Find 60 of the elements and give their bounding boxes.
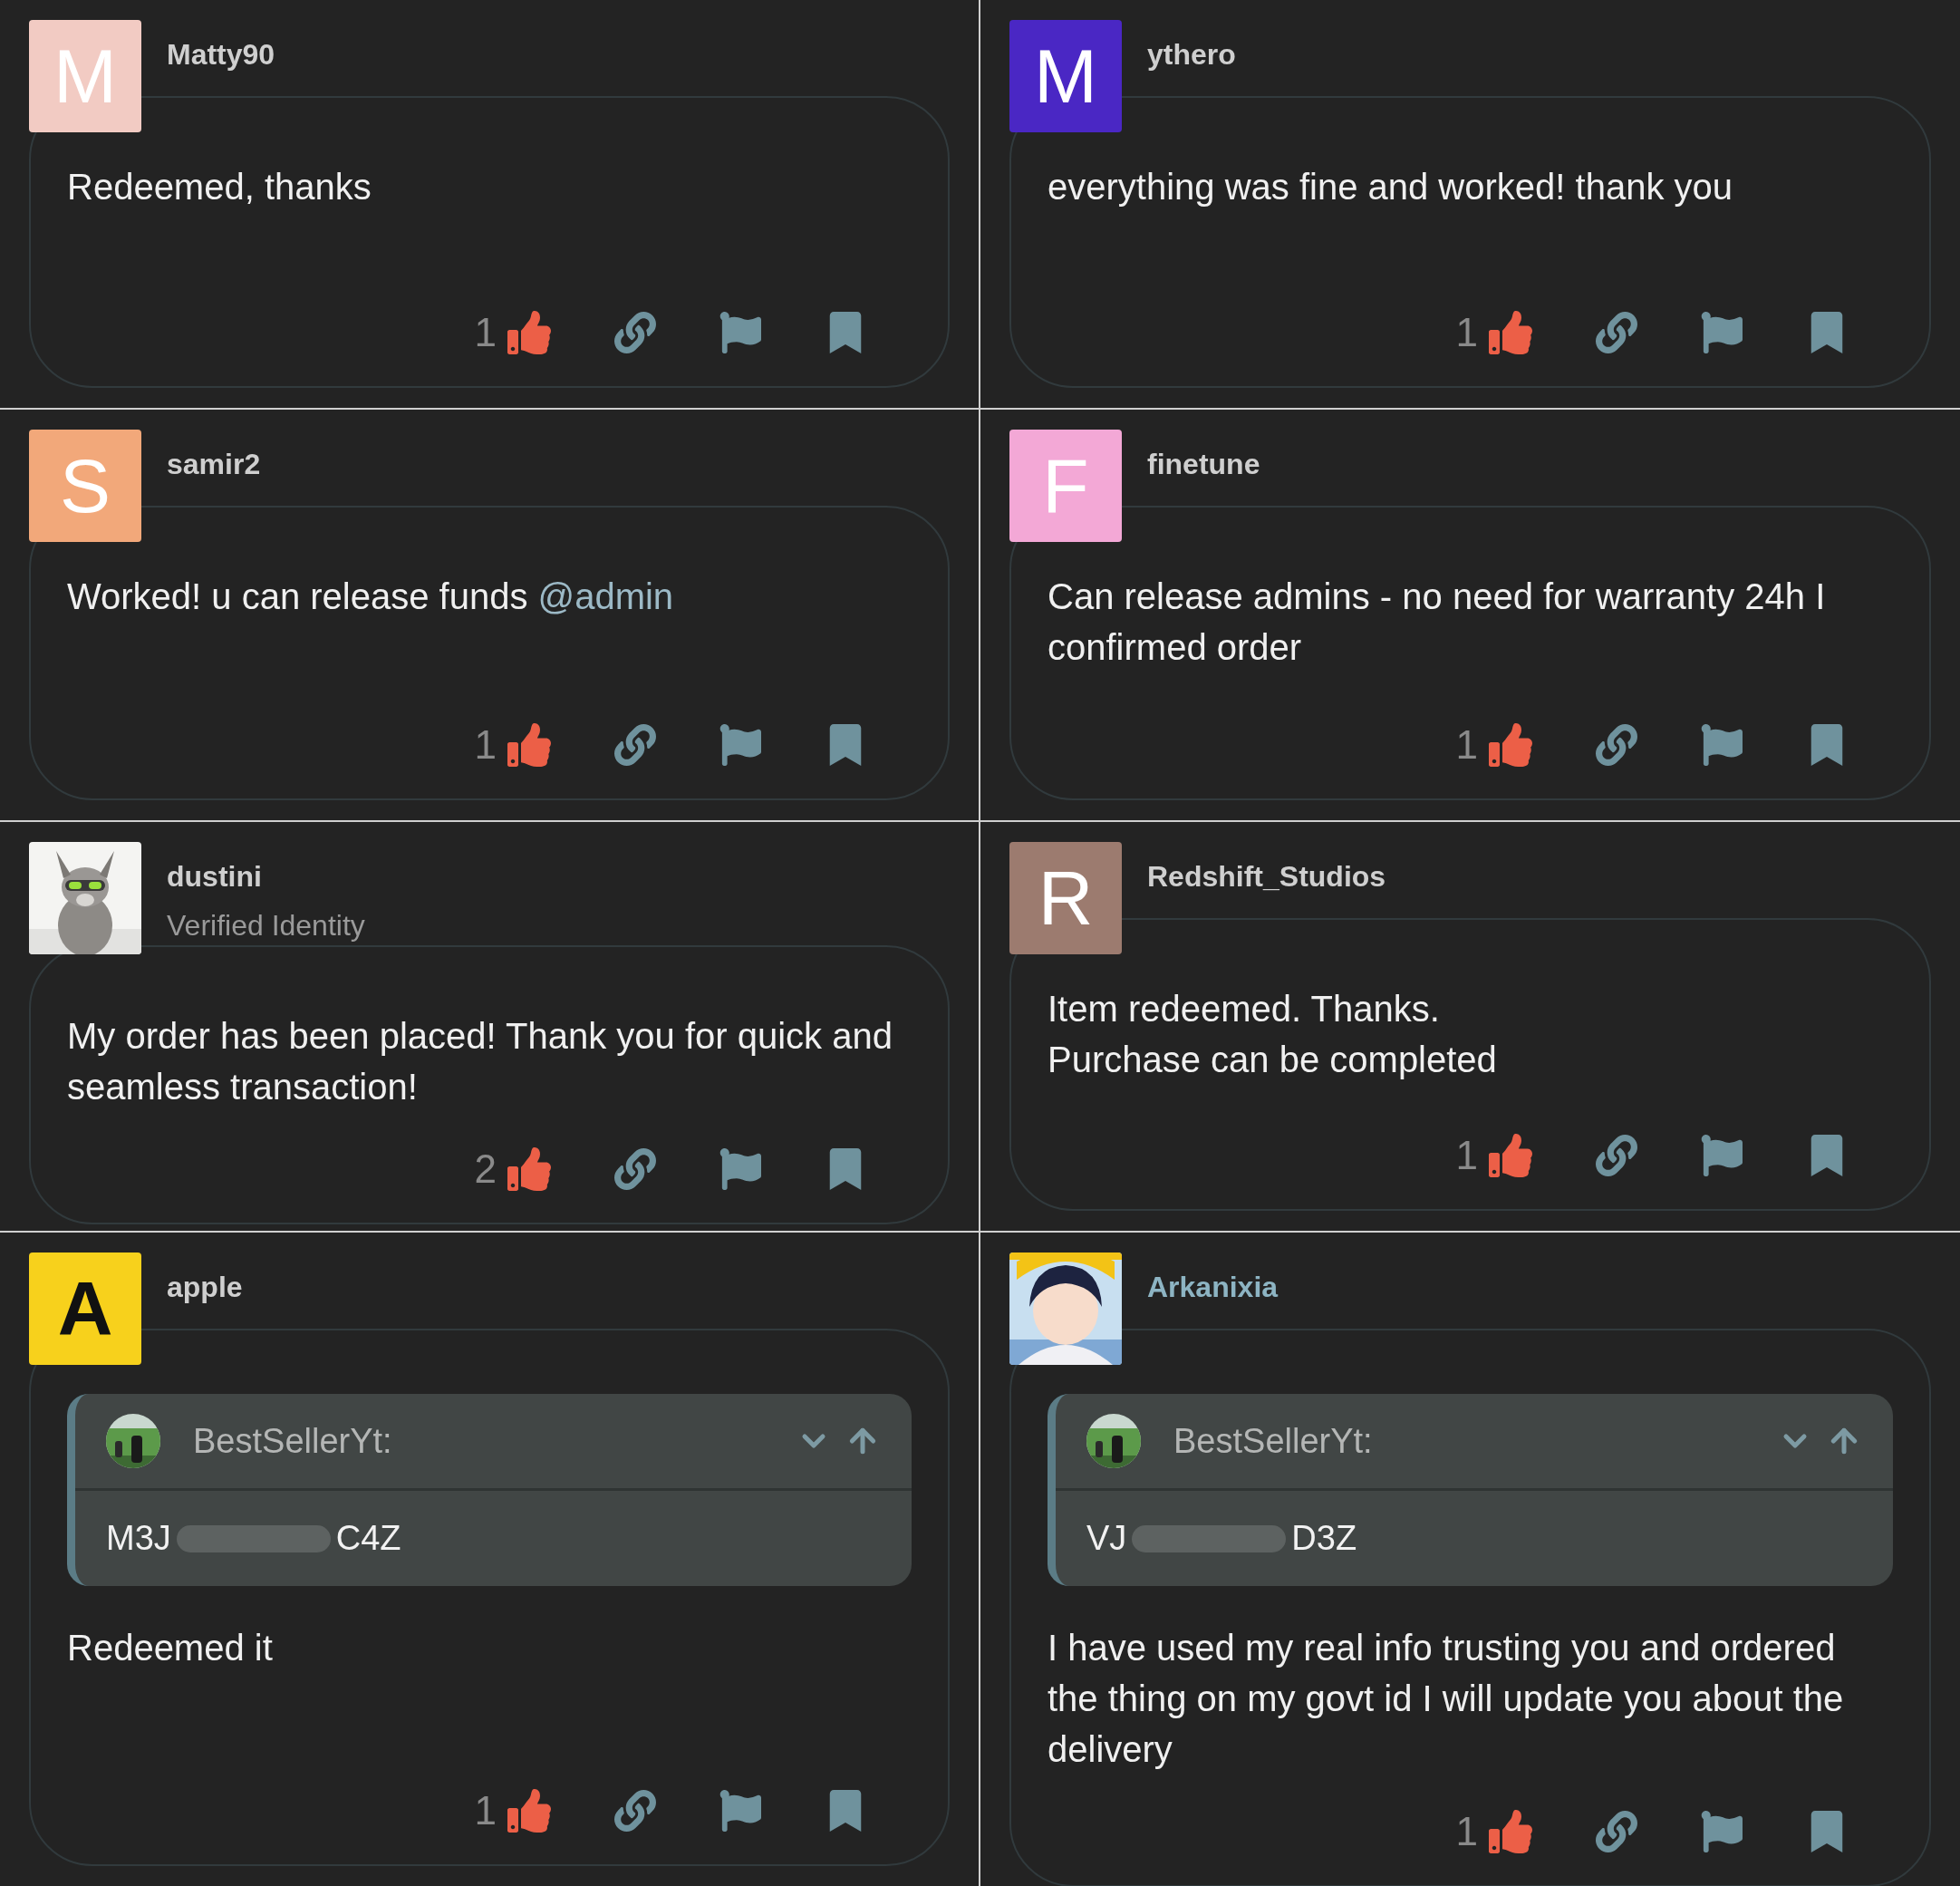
post-text: Purchase can be completed — [1048, 1039, 1498, 1081]
username[interactable]: Redshift_Studios — [1147, 855, 1386, 898]
like-count: 1 — [1455, 1132, 1478, 1179]
link-icon[interactable] — [614, 724, 656, 766]
mention-link[interactable]: @admin — [537, 576, 674, 616]
username[interactable]: finetune — [1147, 442, 1260, 486]
flag-icon[interactable] — [1701, 1811, 1743, 1852]
thumbs-up-icon[interactable] — [507, 311, 551, 354]
like-count: 1 — [1455, 309, 1478, 356]
thumbs-up-icon[interactable] — [1489, 1134, 1532, 1177]
quote-text: M3J — [106, 1518, 171, 1559]
username[interactable]: samir2 — [167, 442, 261, 486]
flag-icon[interactable] — [719, 1148, 761, 1190]
thumbs-up-icon[interactable] — [507, 1147, 551, 1191]
link-icon[interactable] — [614, 1148, 656, 1190]
like-count: 1 — [1455, 721, 1478, 769]
flag-icon[interactable] — [719, 1790, 761, 1832]
flag-icon[interactable] — [1701, 724, 1743, 766]
username[interactable]: Arkanixia — [1147, 1265, 1279, 1309]
post-text: My order has been placed! Thank you for quick and seamless transaction! — [67, 1015, 893, 1108]
post-text: Redeemed, thanks — [67, 166, 372, 208]
quote-text: VJ — [1086, 1518, 1127, 1559]
username[interactable]: dustini — [167, 855, 365, 898]
link-icon[interactable] — [1596, 724, 1637, 766]
thumbs-up-icon[interactable] — [1489, 311, 1532, 354]
flag-icon[interactable] — [1701, 312, 1743, 353]
post-text: Item redeemed. Thanks. — [1048, 988, 1441, 1030]
like-count: 1 — [474, 309, 497, 356]
thumbs-up-icon[interactable] — [1489, 723, 1532, 767]
quote-author[interactable]: BestSellerYt: — [193, 1415, 392, 1467]
like-count: 1 — [1455, 1808, 1478, 1855]
user-avatar[interactable]: M — [1009, 20, 1122, 132]
username[interactable]: apple — [167, 1265, 243, 1309]
quote-text: D3Z — [1291, 1518, 1357, 1559]
quote-text: C4Z — [335, 1518, 401, 1559]
post-text: I have used my real info trusting you and ordered the thing on my govt id I will update you about the delivery — [1048, 1627, 1845, 1771]
user-avatar[interactable]: A — [29, 1252, 141, 1365]
post-text: Redeemed it — [67, 1627, 274, 1669]
flag-icon[interactable] — [719, 724, 761, 766]
like-count: 1 — [474, 721, 497, 769]
username[interactable]: ythero — [1147, 33, 1236, 76]
quote-author[interactable]: BestSellerYt: — [1173, 1415, 1373, 1467]
user-avatar[interactable]: R — [1009, 842, 1122, 954]
like-count: 2 — [474, 1146, 497, 1193]
link-icon[interactable] — [1596, 1135, 1637, 1176]
flag-icon[interactable] — [719, 312, 761, 353]
post-text: Can release admins - no need for warranty 24h I confirmed order — [1048, 575, 1827, 669]
user-subtitle: Verified Identity — [167, 908, 365, 943]
flag-icon[interactable] — [1701, 1135, 1743, 1176]
link-icon[interactable] — [614, 1790, 656, 1832]
link-icon[interactable] — [1596, 312, 1637, 353]
post-text: Worked! u can release funds @admin — [67, 575, 675, 618]
thumbs-up-icon[interactable] — [507, 723, 551, 767]
like-count: 1 — [474, 1787, 497, 1834]
link-icon[interactable] — [614, 312, 656, 353]
thumbs-up-icon[interactable] — [507, 1789, 551, 1833]
link-icon[interactable] — [1596, 1811, 1637, 1852]
post-text: everything was fine and worked! thank you — [1048, 166, 1733, 208]
username[interactable]: Matty90 — [167, 33, 275, 76]
thumbs-up-icon[interactable] — [1489, 1810, 1532, 1853]
